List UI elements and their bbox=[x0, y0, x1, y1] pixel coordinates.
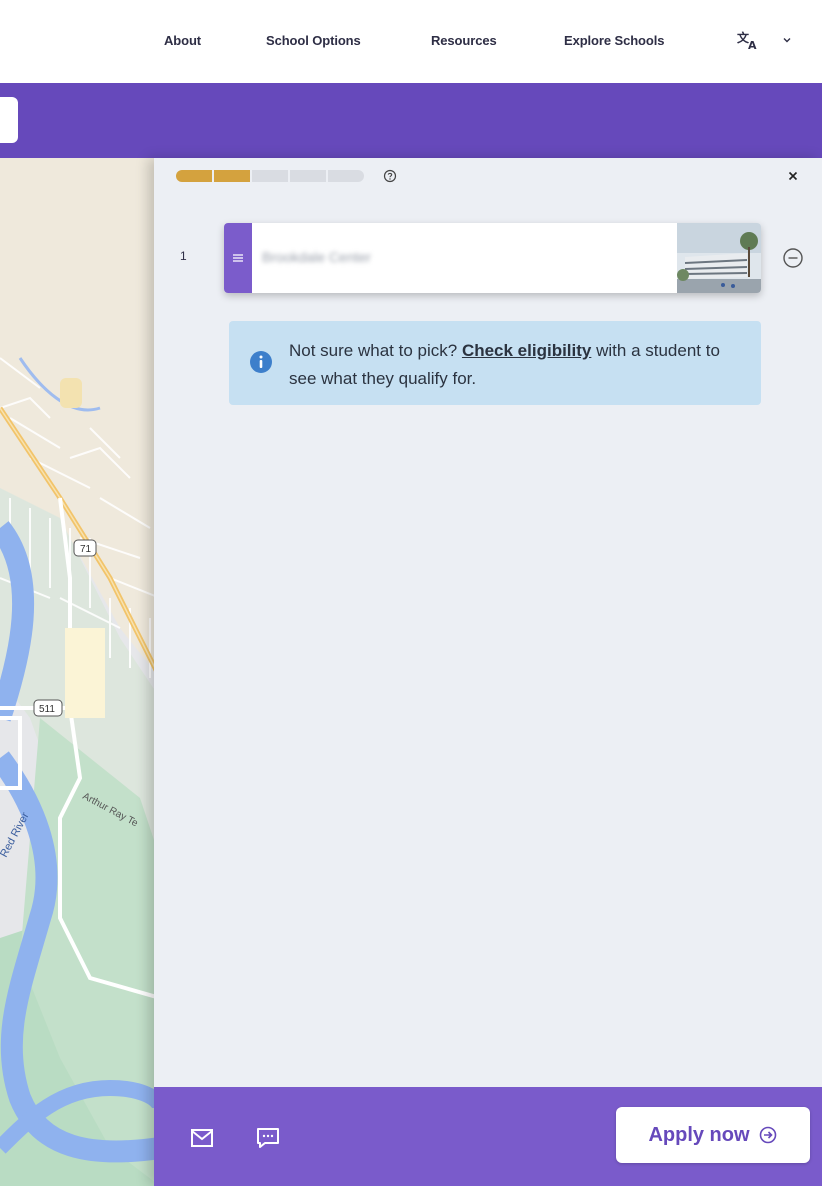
chevron-down-icon bbox=[783, 38, 791, 43]
progress-segment bbox=[328, 170, 364, 182]
progress-segment bbox=[214, 170, 250, 182]
progress-segment bbox=[290, 170, 326, 182]
nav-link-about[interactable]: About bbox=[164, 33, 201, 48]
arrow-right-circle-icon bbox=[759, 1126, 776, 1144]
info-icon bbox=[250, 351, 272, 373]
school-photo bbox=[677, 223, 761, 293]
minus-circle-icon[interactable] bbox=[781, 246, 805, 270]
info-text: Not sure what to pick? Check eligibility… bbox=[289, 337, 739, 393]
school-choices-panel: 1 Brookdale Center Not sure what to pick… bbox=[154, 158, 822, 1186]
school-name: Brookdale Center bbox=[262, 249, 371, 265]
chat-icon[interactable] bbox=[254, 1124, 282, 1152]
question-circle-icon[interactable] bbox=[383, 169, 397, 183]
progress-segment bbox=[176, 170, 212, 182]
eligibility-info-box: Not sure what to pick? Check eligibility… bbox=[229, 321, 761, 405]
drag-handle[interactable] bbox=[224, 223, 252, 293]
progress-segment bbox=[252, 170, 288, 182]
apply-now-label: Apply now bbox=[648, 1123, 750, 1146]
map[interactable]: 71 511 Red River Arthur Ray Te bbox=[0, 158, 160, 1186]
choice-rank: 1 bbox=[180, 249, 187, 263]
map-canvas: 71 511 Red River Arthur Ray Te bbox=[0, 158, 160, 1186]
progress-bar bbox=[176, 170, 364, 182]
top-navigation: About School Options Resources Explore S… bbox=[0, 0, 822, 83]
school-choice-card[interactable]: Brookdale Center bbox=[224, 223, 761, 293]
info-text-prefix: Not sure what to pick? bbox=[289, 341, 458, 360]
apply-now-button[interactable]: Apply now bbox=[616, 1107, 810, 1163]
check-eligibility-link[interactable]: Check eligibility bbox=[462, 341, 591, 360]
nav-link-explore-schools[interactable]: Explore Schools bbox=[564, 33, 664, 48]
road-shield-71: 71 bbox=[80, 544, 92, 555]
language-selector[interactable]: 文 A bbox=[736, 29, 796, 53]
road-shield-511: 511 bbox=[39, 704, 55, 715]
translate-icon: 文 A bbox=[737, 30, 757, 52]
panel-footer: Apply now bbox=[154, 1087, 822, 1186]
nav-link-resources[interactable]: Resources bbox=[431, 33, 497, 48]
svg-text:A: A bbox=[748, 39, 757, 52]
mail-icon[interactable] bbox=[188, 1124, 216, 1152]
search-bar bbox=[0, 83, 822, 158]
close-icon[interactable] bbox=[786, 169, 800, 183]
search-input[interactable] bbox=[0, 97, 18, 143]
nav-link-school-options[interactable]: School Options bbox=[266, 33, 361, 48]
drag-handle-icon bbox=[233, 254, 243, 262]
